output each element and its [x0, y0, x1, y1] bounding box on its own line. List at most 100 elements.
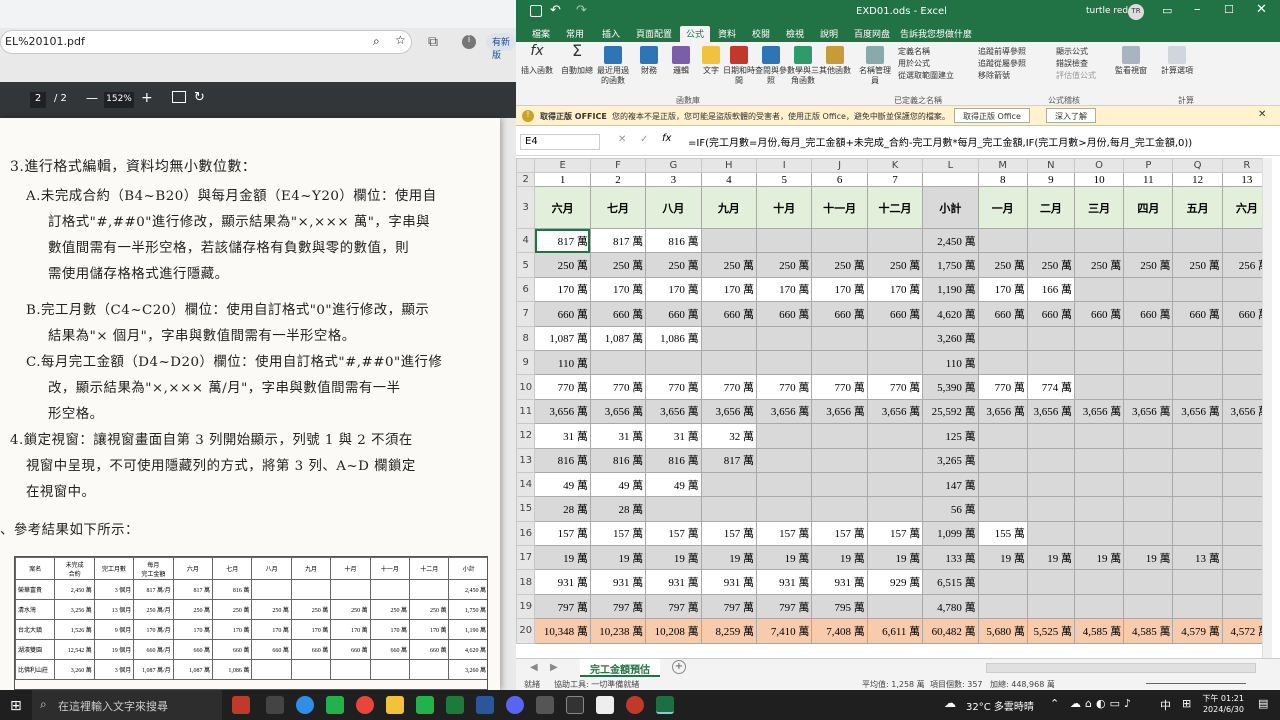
- cell[interactable]: [1172, 276, 1223, 303]
- name-manager-button[interactable]: 名稱管理員: [858, 46, 892, 86]
- cell[interactable]: 25,592 萬: [922, 398, 979, 425]
- cell[interactable]: 125 萬: [922, 423, 979, 449]
- cell[interactable]: [866, 423, 924, 449]
- cell[interactable]: [811, 227, 868, 254]
- column-header[interactable]: L: [922, 158, 979, 173]
- file-explorer-icon[interactable]: [386, 696, 404, 714]
- new-sheet-icon[interactable]: +: [672, 660, 686, 674]
- cell[interactable]: [1073, 349, 1125, 376]
- cell[interactable]: 931 萬: [811, 569, 868, 595]
- cell[interactable]: 157 萬: [756, 520, 813, 547]
- cell[interactable]: [1073, 471, 1125, 498]
- tray-icons[interactable]: ☁⌂◐▭♪: [1070, 697, 1135, 710]
- cell[interactable]: 1,190 萬: [922, 276, 979, 303]
- cell[interactable]: 157 萬: [866, 520, 924, 547]
- cell[interactable]: 3,656 萬: [645, 398, 702, 425]
- info-icon[interactable]: i: [462, 35, 476, 49]
- cell[interactable]: 1: [534, 172, 591, 187]
- cell[interactable]: [1123, 471, 1174, 498]
- address-bar[interactable]: EL%20101.pdf ⌕ ☆: [0, 30, 412, 54]
- name-box[interactable]: E4: [520, 134, 600, 150]
- cell[interactable]: [977, 423, 1028, 449]
- cell[interactable]: [1073, 520, 1125, 547]
- tab-0[interactable]: 檔案: [526, 26, 556, 42]
- cell[interactable]: 170 萬: [756, 276, 813, 303]
- watch-window-button[interactable]: 監看視窗: [1114, 46, 1148, 76]
- tab-6[interactable]: 校閱: [746, 26, 776, 42]
- row-header[interactable]: 2: [516, 172, 536, 187]
- month-header-cell[interactable]: 八月: [645, 186, 702, 229]
- math-trig-button[interactable]: 數學與三角函數: [786, 46, 820, 86]
- corner-cell[interactable]: [516, 158, 536, 173]
- row-header[interactable]: 10: [516, 374, 536, 400]
- cell[interactable]: [1123, 423, 1174, 449]
- recorder-icon[interactable]: [596, 696, 614, 714]
- cell[interactable]: 660 萬: [811, 301, 868, 327]
- cell[interactable]: [645, 349, 702, 376]
- cell[interactable]: 166 萬: [1026, 276, 1076, 303]
- cell[interactable]: 31 萬: [645, 423, 702, 449]
- excel-taskbar-icon[interactable]: [656, 696, 674, 714]
- cell[interactable]: [977, 569, 1028, 595]
- cell[interactable]: 816 萬: [589, 447, 647, 473]
- row-header[interactable]: 13: [516, 447, 536, 473]
- column-header[interactable]: M: [977, 158, 1028, 173]
- tab-1[interactable]: 常用: [560, 26, 590, 42]
- row-header[interactable]: 4: [516, 227, 536, 254]
- cell[interactable]: 10,208 萬: [645, 618, 702, 644]
- cell[interactable]: [977, 593, 1028, 620]
- cell[interactable]: [1172, 325, 1223, 351]
- tray-overflow-icon[interactable]: ⌃: [1050, 697, 1059, 710]
- cell[interactable]: [866, 471, 924, 498]
- get-genuine-button[interactable]: 取得正版 Office: [954, 108, 1030, 123]
- cell[interactable]: 8: [977, 172, 1028, 187]
- cell[interactable]: [811, 325, 868, 351]
- discord-icon[interactable]: [506, 696, 524, 714]
- calculation-options-button[interactable]: 計算選項: [1160, 46, 1194, 76]
- insert-function-button[interactable]: fx 插入函數: [520, 44, 554, 76]
- cell[interactable]: [866, 325, 924, 351]
- cell[interactable]: [756, 349, 813, 376]
- cell[interactable]: [977, 325, 1028, 351]
- cell[interactable]: 19 萬: [977, 545, 1028, 571]
- cell[interactable]: 250 萬: [1073, 252, 1125, 278]
- month-header-cell[interactable]: 三月: [1073, 186, 1125, 229]
- cell[interactable]: 19 萬: [1073, 545, 1125, 571]
- row-header[interactable]: 17: [516, 545, 536, 571]
- cell[interactable]: 3,656 萬: [1123, 398, 1174, 425]
- show-formulas-button[interactable]: 顯示公式: [1056, 46, 1096, 58]
- cell[interactable]: 931 萬: [645, 569, 702, 595]
- cell[interactable]: 170 萬: [977, 276, 1028, 303]
- more-functions-button[interactable]: 其他函數: [818, 46, 852, 76]
- cell[interactable]: 250 萬: [1026, 252, 1076, 278]
- logical-button[interactable]: 邏輯: [664, 46, 698, 76]
- update-button[interactable]: 有新版: [486, 33, 516, 61]
- game-app-icon[interactable]: [232, 696, 250, 714]
- month-header-cell[interactable]: 五月: [1172, 186, 1223, 229]
- cell[interactable]: [756, 496, 813, 522]
- cell[interactable]: 3,656 萬: [1026, 398, 1076, 425]
- cell[interactable]: 19 萬: [756, 545, 813, 571]
- cell[interactable]: [700, 325, 758, 351]
- cell[interactable]: [700, 227, 758, 254]
- cell[interactable]: 12: [1172, 172, 1223, 187]
- cell[interactable]: 660 萬: [1123, 301, 1174, 327]
- cell[interactable]: 31 萬: [534, 423, 591, 449]
- word-icon[interactable]: [476, 696, 494, 714]
- cell[interactable]: 170 萬: [811, 276, 868, 303]
- cell[interactable]: 250 萬: [645, 252, 702, 278]
- cell[interactable]: 19 萬: [645, 545, 702, 571]
- row-header[interactable]: 18: [516, 569, 536, 595]
- clock-time[interactable]: 下午 01:21: [1200, 693, 1244, 704]
- cell[interactable]: [756, 423, 813, 449]
- worksheet-grid[interactable]: E F G H I J K L M N O P Q R 2 1 2 3 4 5 6 7 8 9 10 11 12 13 3 六月 七月 八月九…: [516, 158, 1272, 658]
- save-icon[interactable]: [530, 5, 542, 17]
- cell[interactable]: 816 萬: [645, 447, 702, 473]
- cell[interactable]: 770 萬: [645, 374, 702, 400]
- month-header-cell[interactable]: 十一月: [811, 186, 868, 229]
- cell[interactable]: [700, 471, 758, 498]
- cell[interactable]: 660 萬: [1172, 301, 1223, 327]
- row-header[interactable]: 8: [516, 325, 536, 351]
- cell[interactable]: [1123, 374, 1174, 400]
- cell[interactable]: 3,265 萬: [922, 447, 979, 473]
